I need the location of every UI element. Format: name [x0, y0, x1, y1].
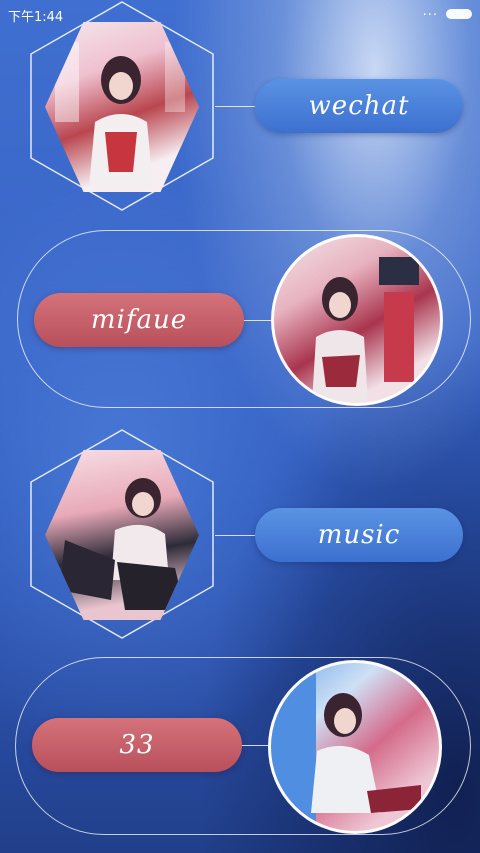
girl-sitting-in-tunnel-photo — [268, 660, 442, 834]
menu-item-wechat[interactable]: wechat — [0, 0, 480, 215]
connector-line — [215, 535, 257, 536]
menu-item-music[interactable]: music — [0, 428, 480, 643]
girl-on-subway-platform-photo — [271, 234, 443, 406]
menu-item-33[interactable]: 33 — [0, 655, 480, 837]
menu-item-mifaue[interactable]: mifaue — [0, 228, 480, 410]
music-button[interactable]: music — [255, 508, 463, 562]
33-button[interactable]: 33 — [32, 718, 242, 772]
connector-line — [244, 320, 274, 321]
mifaue-button[interactable]: mifaue — [34, 293, 244, 347]
wechat-button[interactable]: wechat — [255, 79, 463, 133]
connector-line — [215, 106, 257, 107]
